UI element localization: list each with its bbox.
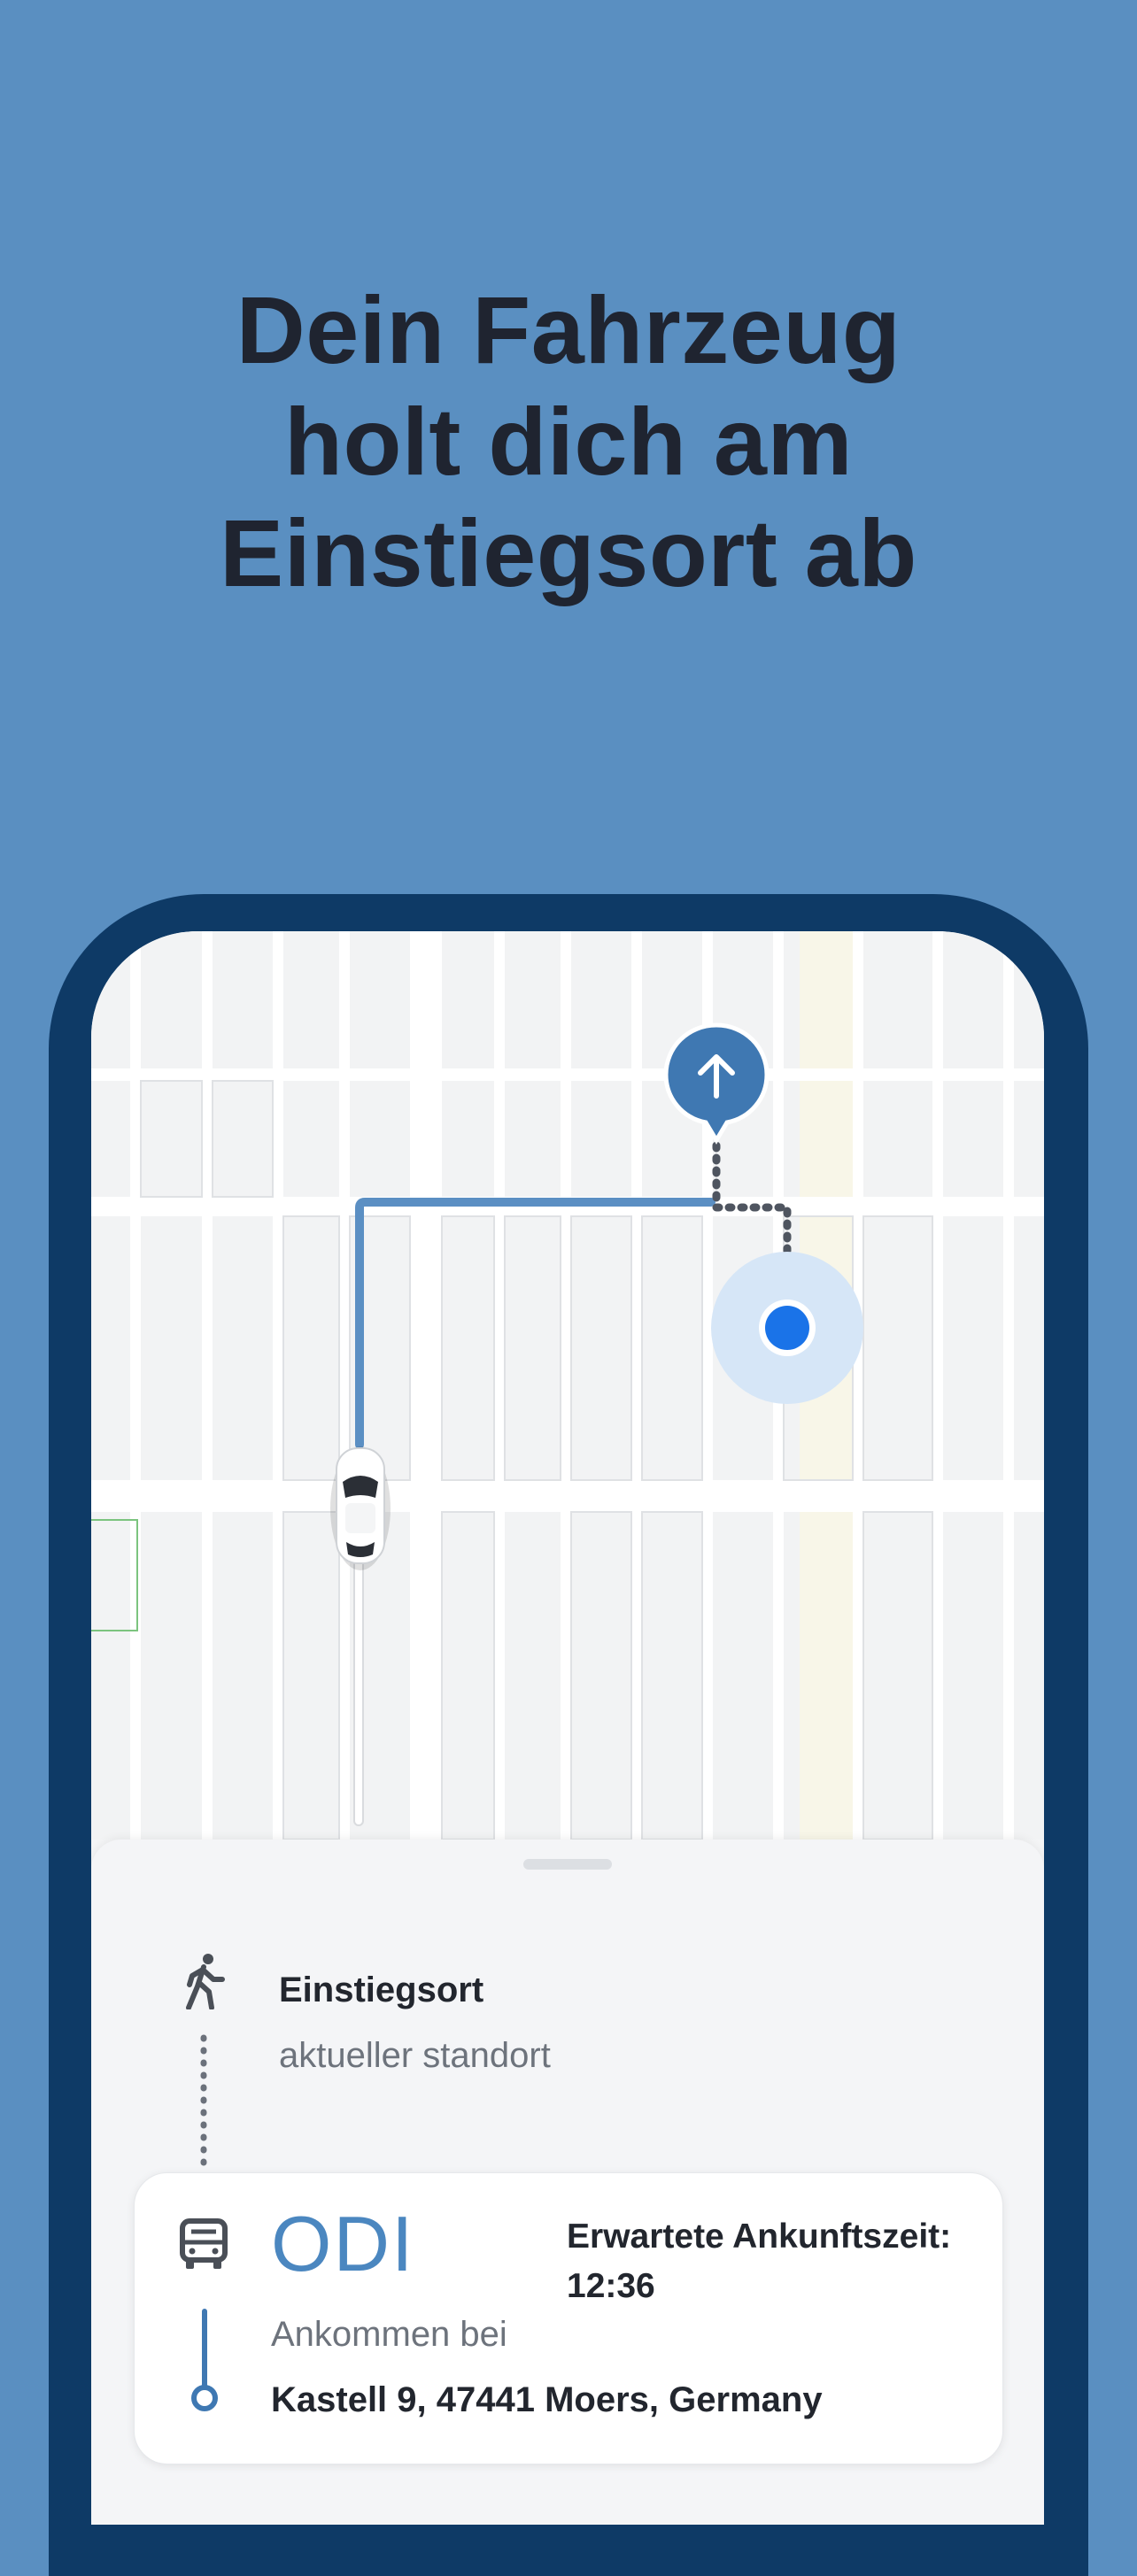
headline-line-2: holt dich am (283, 388, 854, 495)
walking-person-icon (186, 1954, 225, 2009)
headline-line-1: Dein Fahrzeug (236, 276, 901, 383)
walking-dotted-line (200, 2034, 207, 2172)
pickup-subtitle: aktueller standort (279, 2036, 551, 2075)
headline: Dein Fahrzeug holt dich am Einstiegsort … (0, 274, 1137, 609)
arrive-address: Kastell 9, 47441 Moers, Germany (271, 2380, 823, 2419)
vehicle-name: ODI (271, 2200, 415, 2287)
bottom-sheet[interactable]: Einstiegsort aktueller standort ODI Erwa… (91, 1839, 1044, 2525)
map[interactable] (91, 931, 1044, 1839)
side-road (353, 1550, 364, 1826)
expected-arrival-time: Erwartete Ankunftszeit: 12:36 (567, 2217, 952, 2305)
phone-screen: Einstiegsort aktueller standort ODI Erwa… (91, 931, 1044, 2525)
user-location-icon (759, 1300, 816, 1356)
sheet-drag-handle[interactable] (523, 1859, 612, 1870)
headline-line-3: Einstiegsort ab (220, 499, 917, 606)
route-end-icon (191, 2309, 218, 2411)
vehicle-card[interactable]: ODI Erwartete Ankunftszeit: 12:36 Ankomm… (134, 2172, 1003, 2464)
car-icon[interactable] (330, 1446, 391, 1570)
pickup-title: Einstiegsort (279, 1971, 484, 2009)
arrive-label: Ankommen bei (271, 2315, 507, 2354)
bus-icon (180, 2218, 228, 2269)
